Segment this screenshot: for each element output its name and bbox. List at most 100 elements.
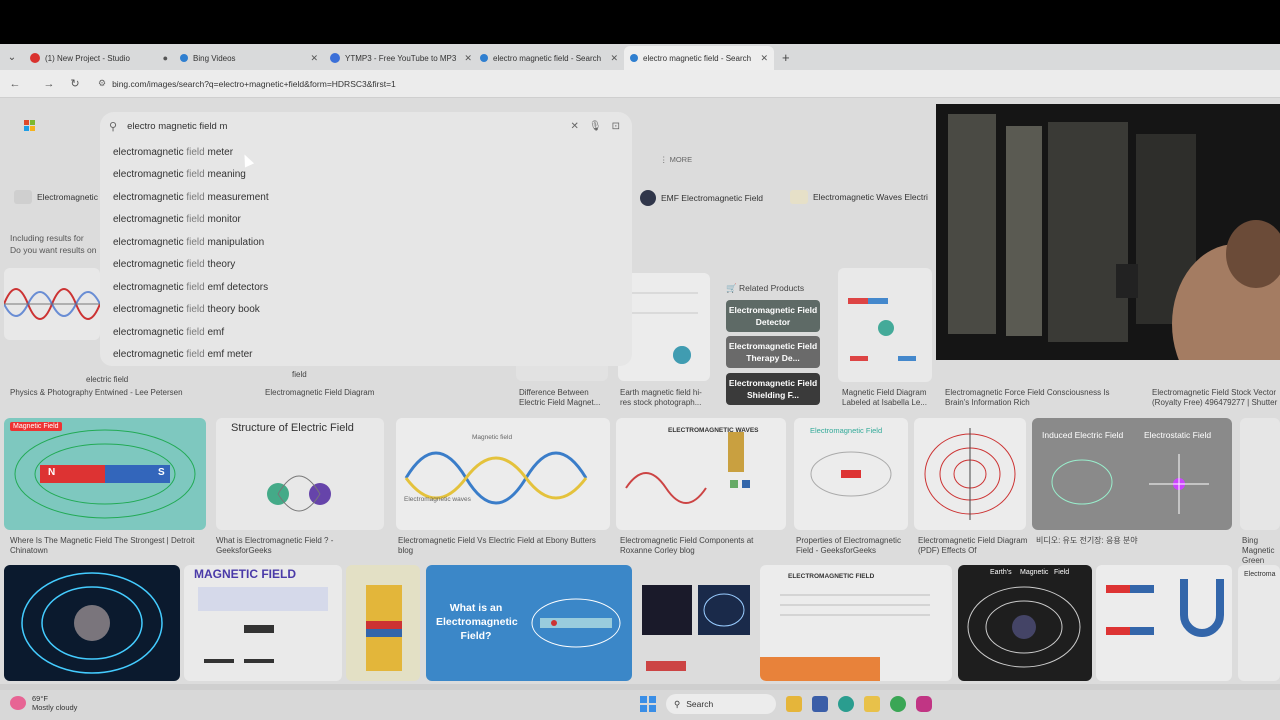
suggestion-item[interactable]: electromagnetic field emf meter: [113, 349, 253, 360]
windows-start-icon[interactable]: [640, 696, 656, 712]
new-tab-icon[interactable]: +: [782, 50, 790, 65]
related-product-detector[interactable]: Electromagnetic Field Detector: [726, 300, 820, 332]
image-tile-em-waves[interactable]: ELECTROMAGNETIC WAVES: [616, 418, 786, 530]
image-tile-magnetic-field-2[interactable]: MAGNETIC FIELD: [184, 565, 342, 681]
instagram-icon[interactable]: [916, 696, 932, 712]
bing-favicon-icon: [180, 54, 188, 62]
image-tile-magnetic-diagram[interactable]: [838, 268, 932, 382]
search-box[interactable]: ⚲ electro magnetic field m ✕ 🎙 ⊡: [100, 112, 632, 140]
close-icon[interactable]: ●: [155, 53, 168, 63]
product-label: Electromagnetic Field Detector: [728, 305, 818, 327]
more-menu[interactable]: ⋮ MORE: [660, 155, 692, 164]
caption-ebony[interactable]: Electromagnetic Field Vs Electric Field …: [398, 536, 608, 556]
suggestion-item[interactable]: electromagnetic field emf: [113, 327, 224, 338]
image-tile-em-vs-electric[interactable]: Magnetic field Electromagnetic waves: [396, 418, 610, 530]
weather-widget[interactable]: 69°F Mostly cloudy: [10, 694, 77, 712]
edge-icon[interactable]: [838, 696, 854, 712]
tile-title: Magnetic field: [472, 434, 513, 441]
visual-search-icon[interactable]: ⊡: [612, 121, 620, 132]
caption-difference[interactable]: Difference Between Electric Field Magnet…: [519, 388, 609, 408]
chip-electromagnetic[interactable]: Electromagnetic: [14, 190, 98, 204]
related-product-therapy[interactable]: Electromagnetic Field Therapy De...: [726, 336, 820, 368]
suggestion-item[interactable]: electromagnetic field theory: [113, 259, 235, 270]
suggestion-item[interactable]: electromagnetic field theory book: [113, 304, 260, 315]
image-tile-earth-field[interactable]: [4, 565, 180, 681]
tab-search-active[interactable]: electro magnetic field - Search ✕: [624, 46, 774, 70]
url-text: bing.com/images/search?q=electro+magneti…: [112, 78, 396, 89]
suggestion-item[interactable]: electromagnetic field meaning: [113, 169, 246, 180]
caption-physics[interactable]: Physics & Photography Entwined - Lee Pet…: [10, 388, 240, 398]
caption-properties[interactable]: Properties of Electromagnetic Field - Ge…: [796, 536, 908, 556]
tab-label: (1) New Project - Studio: [45, 53, 130, 63]
bing-favicon-icon: [480, 54, 488, 62]
image-tile-physics[interactable]: [4, 268, 100, 340]
caption-earth[interactable]: Earth magnetic field hi-res stock photog…: [620, 388, 712, 408]
tile-title: Electroma: [1244, 571, 1276, 578]
caption-what-is[interactable]: What is Electromagnetic Field ? - Geeksf…: [216, 536, 384, 556]
caption-labeled-diagram[interactable]: Magnetic Field Diagram Labeled at Isabel…: [842, 388, 932, 408]
did-you-mean-text[interactable]: Do you want results on: [10, 244, 96, 256]
forward-icon[interactable]: →: [38, 78, 60, 90]
image-tile-magnets[interactable]: [1096, 565, 1232, 681]
solenoid-thumbnail: [366, 585, 402, 671]
close-icon[interactable]: ✕: [602, 53, 618, 64]
tab-bing-videos[interactable]: Bing Videos ✕: [174, 46, 324, 70]
microphone-icon[interactable]: 🎙: [589, 121, 602, 132]
image-tile-magnetic-field[interactable]: Magnetic Field N S: [4, 418, 206, 530]
caption-korean[interactable]: 비디오: 유도 전기장: 응용 분야: [1036, 536, 1226, 546]
caption-stock-vector[interactable]: Electromagnetic Field Stock Vector (Roya…: [1152, 388, 1280, 408]
clear-icon[interactable]: ✕: [571, 121, 579, 132]
image-tile-electric-vs-magnetic[interactable]: [638, 565, 754, 681]
product-label: Electromagnetic Field Therapy De...: [728, 341, 818, 363]
close-icon[interactable]: ✕: [302, 53, 318, 64]
image-tile-solenoid[interactable]: [346, 565, 420, 681]
image-tile-electric-field[interactable]: Structure of Electric Field: [216, 418, 384, 530]
chip-label: Electromagnetic: [37, 192, 98, 202]
tab-search-menu-icon[interactable]: ⌄: [0, 44, 24, 70]
microsoft-logo-icon[interactable]: [24, 120, 35, 131]
chip-emf[interactable]: EMF Electromagnetic Field: [640, 190, 763, 206]
taskbar-search[interactable]: ⚲ Search: [666, 694, 776, 714]
tab-studio[interactable]: (1) New Project - Studio ●: [24, 46, 174, 70]
image-tile-earths-magnetic[interactable]: Earth's Magnetic Field: [958, 565, 1092, 681]
image-tile-em-field-doc[interactable]: ELECTROMAGNETIC FIELD: [760, 565, 952, 681]
back-icon[interactable]: ←: [4, 78, 26, 90]
caption-consciousness[interactable]: Electromagnetic Force Field Consciousnes…: [945, 388, 1125, 408]
caption-effects[interactable]: Electromagnetic Field Diagram (PDF) Effe…: [918, 536, 1028, 556]
caption-roxanne[interactable]: Electromagnetic Field Components at Roxa…: [620, 536, 770, 556]
search-input[interactable]: electro magnetic field m: [127, 121, 227, 132]
spelling-notice: Including results for Do you want result…: [10, 232, 96, 256]
tab-ytmp3[interactable]: YTMP3 - Free YouTube to MP3 ✕: [324, 46, 474, 70]
suggestion-item[interactable]: electromagnetic field monitor: [113, 214, 241, 225]
suggestion-item[interactable]: electromagnetic field meter: [113, 147, 233, 158]
tab-search-1[interactable]: electro magnetic field - Search ✕: [474, 46, 624, 70]
store-icon[interactable]: [812, 696, 828, 712]
image-tile-what-is-em[interactable]: What is an Electromagnetic Field?: [426, 565, 632, 681]
close-icon[interactable]: ✕: [456, 53, 472, 64]
reload-icon[interactable]: ↻: [64, 77, 86, 90]
search-icon: ⚲: [674, 698, 681, 709]
tile-title-a: Earth's: [990, 569, 1012, 576]
chrome-icon[interactable]: [890, 696, 906, 712]
chip-waves[interactable]: Electromagnetic Waves Electri: [790, 190, 928, 204]
caption-em-diagram[interactable]: Electromagnetic Field Diagram: [265, 388, 415, 398]
image-tile-properties[interactable]: Electromagnetic Field: [794, 418, 908, 530]
file-explorer-icon[interactable]: [786, 696, 802, 712]
tile-title: Magnetic Field: [10, 422, 62, 431]
image-tile-em-diagram-pdf[interactable]: [914, 418, 1026, 530]
site-info-icon[interactable]: ⚙: [98, 78, 106, 89]
suggestion-item[interactable]: electromagnetic field measurement: [113, 192, 269, 203]
search-icon: ⚲: [109, 120, 118, 133]
related-product-shielding[interactable]: Electromagnetic Field Shielding F...: [726, 373, 820, 405]
image-tile-bing-green[interactable]: [1240, 418, 1280, 530]
folder-icon[interactable]: [864, 696, 880, 712]
image-tile-electroma[interactable]: Electroma: [1238, 565, 1280, 681]
magnets-thumbnail: [1106, 579, 1224, 637]
tile-title: Electromagnetic Field: [810, 426, 883, 435]
image-tile-induced-field[interactable]: Induced Electric Field Electrostatic Fie…: [1032, 418, 1232, 530]
caption-strongest[interactable]: Where Is The Magnetic Field The Stronges…: [10, 536, 205, 556]
close-icon[interactable]: ✕: [752, 53, 768, 64]
suggestion-item[interactable]: electromagnetic field emf detectors: [113, 282, 268, 293]
url-field[interactable]: ⚙ bing.com/images/search?q=electro+magne…: [98, 78, 396, 89]
suggestion-item[interactable]: electromagnetic field manipulation: [113, 237, 264, 248]
